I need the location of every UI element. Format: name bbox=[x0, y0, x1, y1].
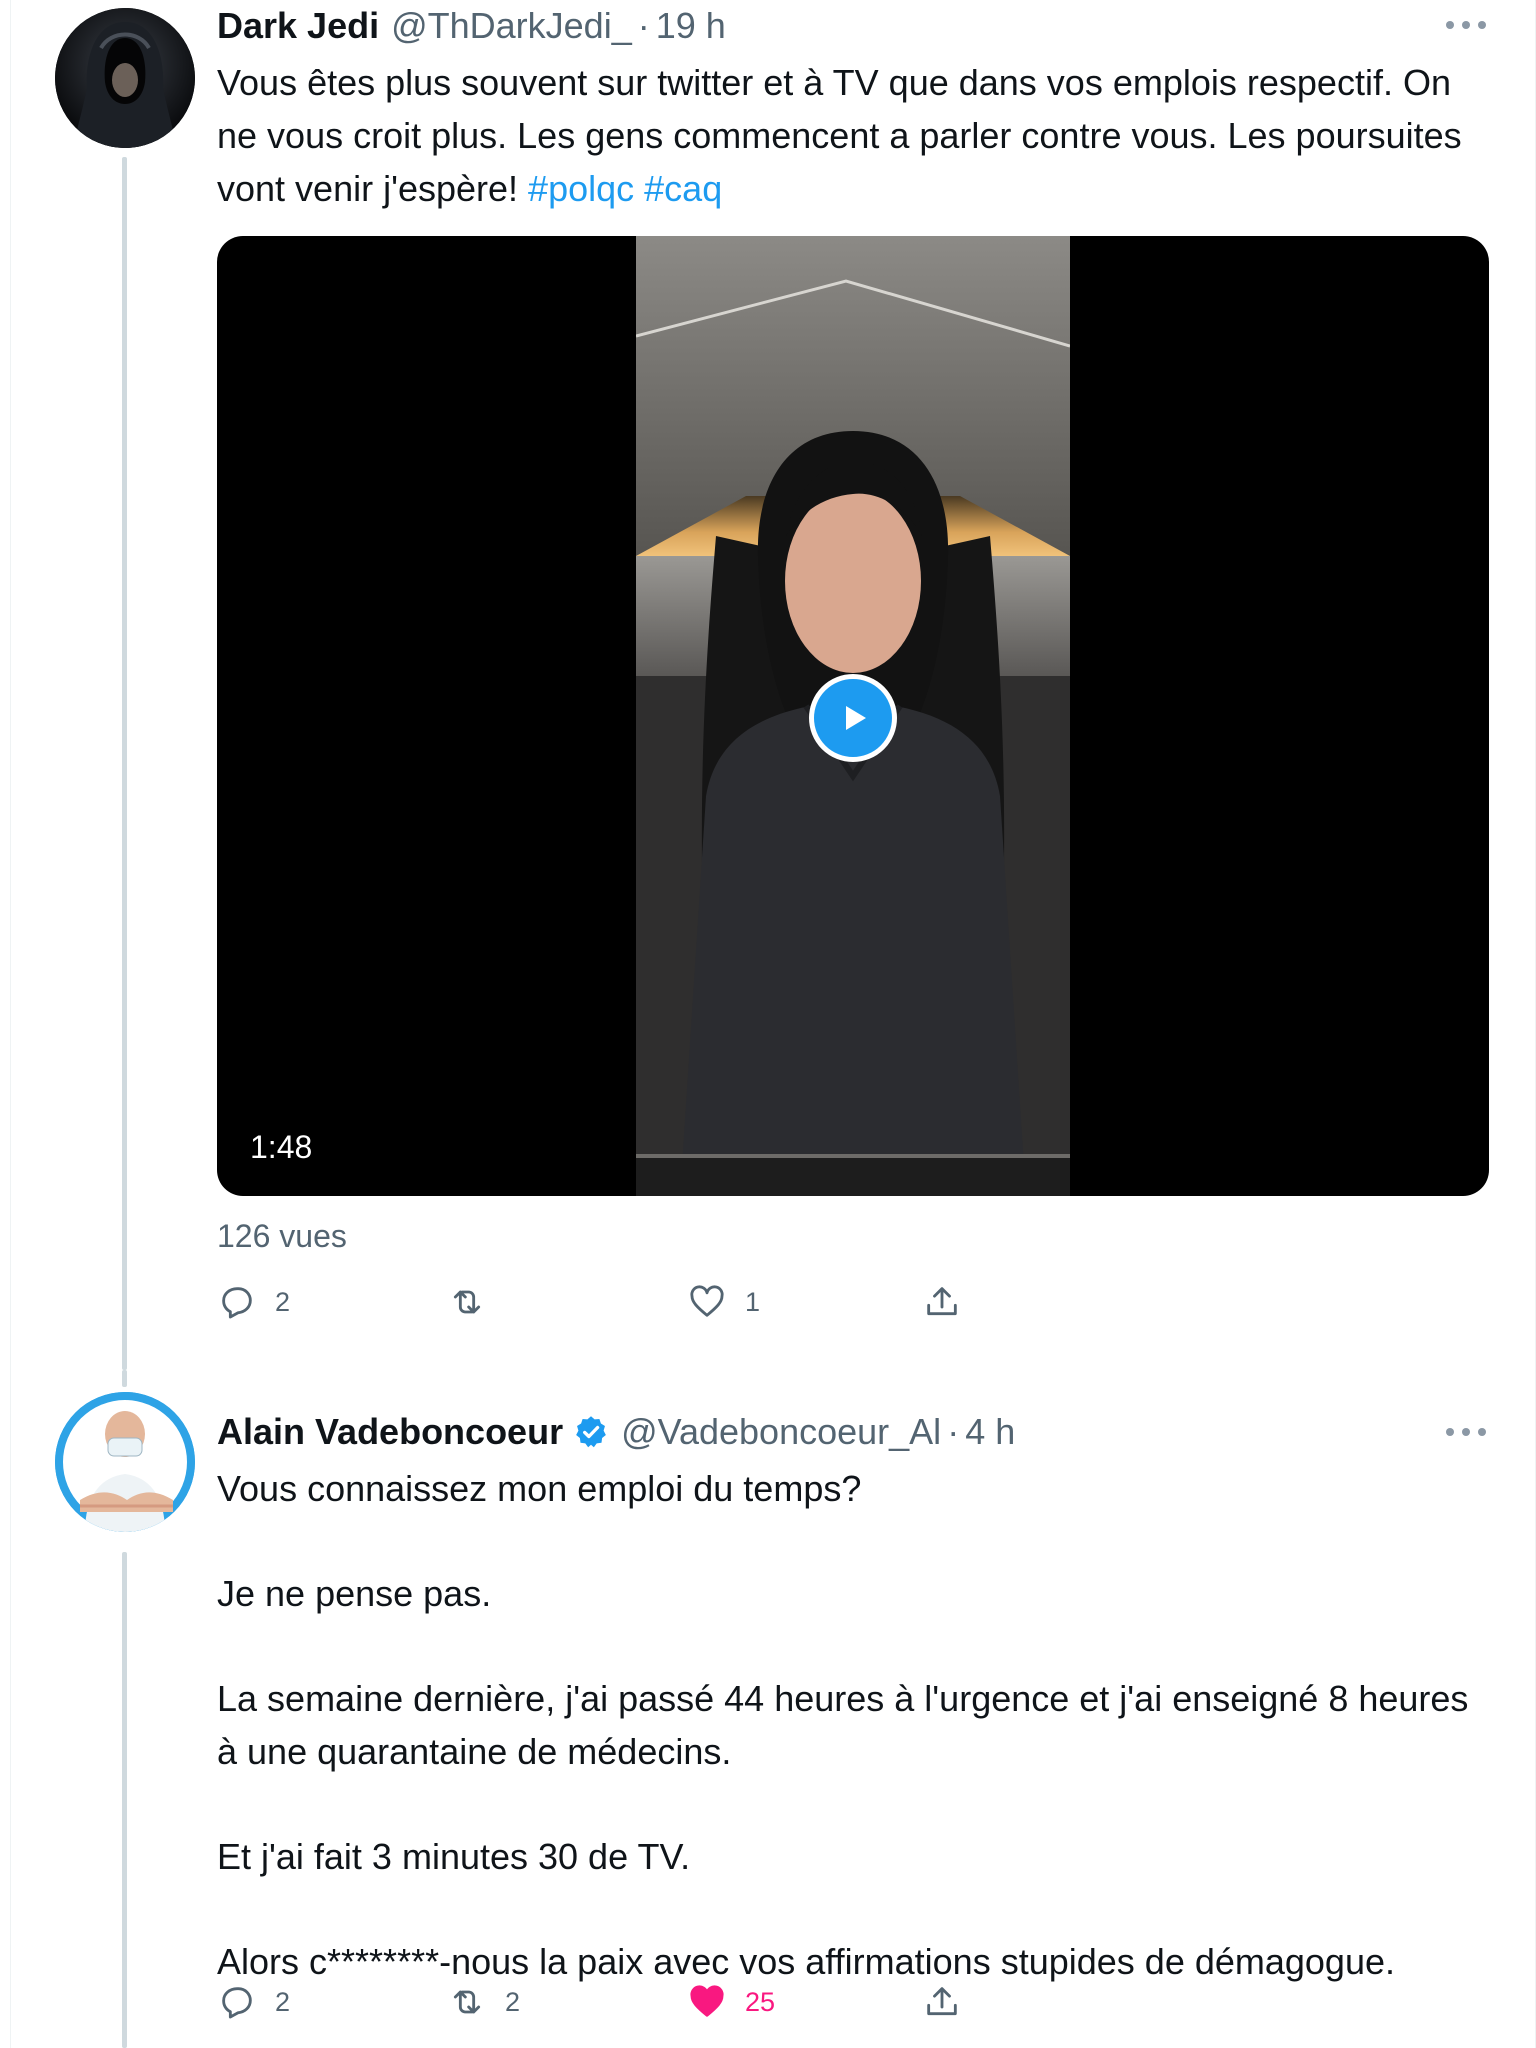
reply-icon bbox=[222, 1987, 252, 2019]
like-button[interactable]: 25 bbox=[687, 1980, 775, 2024]
separator: · bbox=[947, 1411, 960, 1452]
like-count: 1 bbox=[745, 1286, 761, 1317]
heart-icon bbox=[690, 1285, 724, 1317]
reply-count: 2 bbox=[275, 1986, 291, 2017]
tweet-alain-vadeboncoeur[interactable]: Alain Vadeboncoeur @Vadeboncoeur_Al · 4 … bbox=[0, 1370, 1536, 2048]
reply-button[interactable]: 2 bbox=[217, 1980, 290, 2024]
author-handle[interactable]: @Vadeboncoeur_Al bbox=[621, 1411, 941, 1453]
video-duration: 1:48 bbox=[250, 1129, 313, 1165]
share-icon bbox=[927, 1987, 957, 2016]
video-player[interactable]: 1:48 bbox=[217, 236, 1489, 1196]
thread-line bbox=[122, 1552, 127, 2048]
paragraph: Je ne pense pas. bbox=[217, 1573, 492, 1614]
more-dots-icon[interactable] bbox=[1446, 1422, 1486, 1442]
doctor-avatar-image bbox=[55, 1392, 195, 1532]
thread-line bbox=[122, 157, 127, 1370]
tweet-actions: 2 1 bbox=[217, 1280, 1017, 1324]
view-count: 126 vues bbox=[217, 1218, 347, 1254]
play-icon[interactable] bbox=[809, 674, 897, 762]
share-icon bbox=[927, 1287, 957, 1316]
paragraph: Et j'ai fait 3 minutes 30 de TV. bbox=[217, 1836, 691, 1877]
paragraph: Vous connaissez mon emploi du temps? bbox=[217, 1468, 862, 1509]
thread-line-top bbox=[122, 1370, 127, 1387]
tweet-header: Dark Jedi @ThDarkJedi_ · 19 h bbox=[217, 2, 726, 50]
hooded-figure-avatar-image bbox=[55, 8, 195, 148]
separator: · bbox=[637, 5, 650, 46]
reply-icon bbox=[222, 1287, 252, 1319]
share-button[interactable] bbox=[922, 1280, 962, 1324]
hashtag-caq[interactable]: #caq bbox=[644, 168, 722, 209]
paragraph: La semaine dernière, j'ai passé 44 heure… bbox=[217, 1678, 1469, 1772]
retweet-count: 2 bbox=[505, 1986, 521, 2017]
heart-icon bbox=[690, 1985, 724, 2017]
retweet-button[interactable]: 2 bbox=[447, 1980, 520, 2024]
hashtag-polqc[interactable]: #polqc bbox=[528, 168, 634, 209]
author-name[interactable]: Dark Jedi bbox=[217, 5, 379, 47]
share-button[interactable] bbox=[922, 1980, 962, 2024]
timestamp[interactable]: 4 h bbox=[965, 1411, 1015, 1453]
tweet-text: Vous êtes plus souvent sur twitter et à … bbox=[217, 56, 1497, 215]
like-count: 25 bbox=[745, 1986, 776, 2017]
retweet-button[interactable] bbox=[447, 1280, 505, 1324]
tweet-actions: 2 2 25 bbox=[217, 1980, 1017, 2024]
avatar[interactable] bbox=[55, 1392, 195, 1532]
retweet-icon bbox=[453, 1290, 481, 1314]
tweet-dark-jedi[interactable]: Dark Jedi @ThDarkJedi_ · 19 h Vous êtes … bbox=[0, 0, 1536, 1370]
author-name[interactable]: Alain Vadeboncoeur bbox=[217, 1411, 563, 1453]
like-button[interactable]: 1 bbox=[687, 1280, 760, 1324]
tweet-body: Vous êtes plus souvent sur twitter et à … bbox=[217, 62, 1462, 209]
retweet-icon bbox=[453, 1990, 481, 2014]
tweet-text: Vous connaissez mon emploi du temps? Je … bbox=[217, 1462, 1497, 1988]
avatar[interactable] bbox=[55, 8, 195, 148]
verified-badge-icon bbox=[573, 1414, 609, 1450]
tweet-header: Alain Vadeboncoeur @Vadeboncoeur_Al · 4 … bbox=[217, 1408, 1015, 1456]
reply-count: 2 bbox=[275, 1286, 291, 1317]
more-dots-icon[interactable] bbox=[1446, 15, 1486, 35]
timestamp[interactable]: 19 h bbox=[656, 5, 726, 47]
reply-button[interactable]: 2 bbox=[217, 1280, 290, 1324]
author-handle[interactable]: @ThDarkJedi_ bbox=[391, 5, 632, 47]
